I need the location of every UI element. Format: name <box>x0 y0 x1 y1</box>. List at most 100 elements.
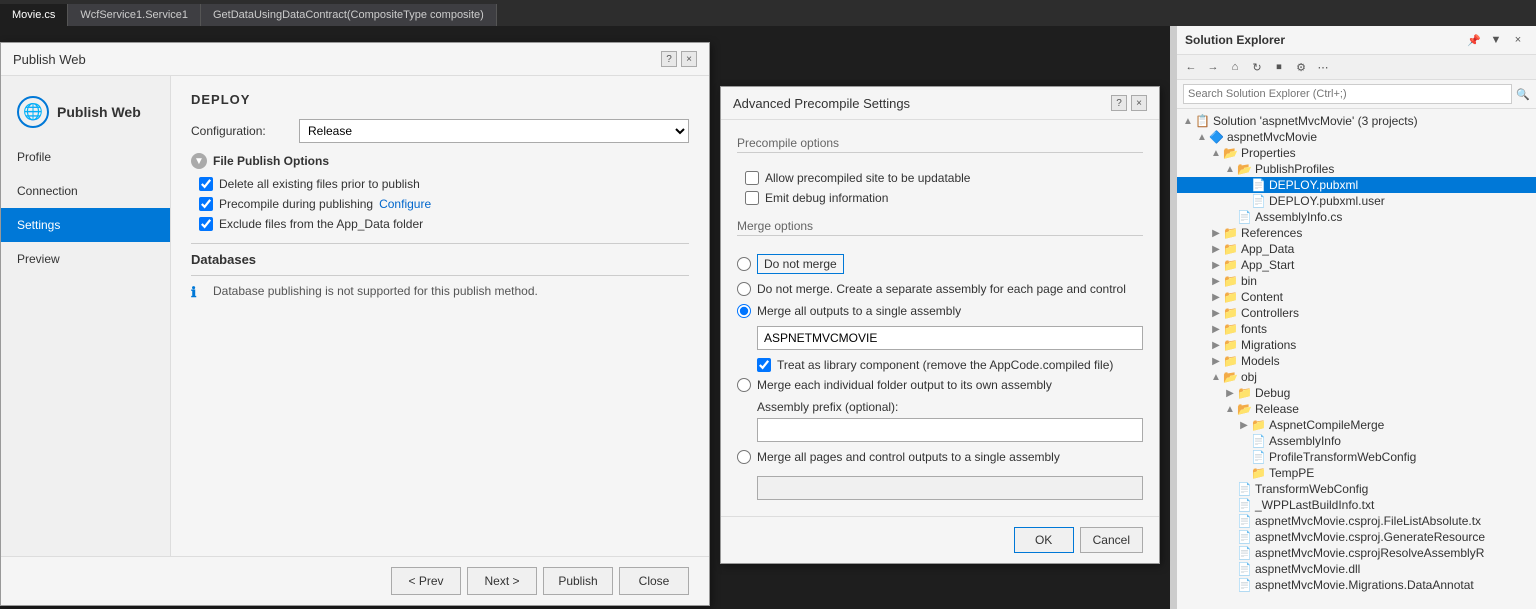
publish-close-button[interactable]: × <box>681 51 697 67</box>
nav-item-connection[interactable]: Connection <box>1 174 170 208</box>
checkbox-delete-files: Delete all existing files prior to publi… <box>199 177 689 191</box>
tree-models[interactable]: ▶ 📁 Models <box>1177 353 1536 369</box>
merge-all-outputs-radio[interactable] <box>737 304 751 318</box>
tree-controllers[interactable]: ▶ 📁 Controllers <box>1177 305 1536 321</box>
se-stop-button[interactable]: ⏹ <box>1269 57 1289 77</box>
publish-help-button[interactable]: ? <box>661 51 677 67</box>
tree-assemblyinfo[interactable]: 📄 AssemblyInfo.cs <box>1177 209 1536 225</box>
obj-label: obj <box>1241 370 1257 384</box>
tree-app-start[interactable]: ▶ 📁 App_Start <box>1177 257 1536 273</box>
precompile-checkbox[interactable] <box>199 197 213 211</box>
tree-bin[interactable]: ▶ 📁 bin <box>1177 273 1536 289</box>
assemblyinfo-release-label: AssemblyInfo <box>1269 434 1341 448</box>
tree-resolve-assembly[interactable]: 📄 aspnetMvcMovie.csprojResolveAssemblyR <box>1177 545 1536 561</box>
se-forward-button[interactable]: → <box>1203 57 1223 77</box>
tree-release[interactable]: ▲ 📂 Release <box>1177 401 1536 417</box>
tree-aspnet-compile-merge[interactable]: ▶ 📁 AspnetCompileMerge <box>1177 417 1536 433</box>
tree-migrations[interactable]: ▶ 📁 Migrations <box>1177 337 1536 353</box>
se-settings-button[interactable]: ⚙ <box>1291 57 1311 77</box>
nav-item-profile[interactable]: Profile <box>1 140 170 174</box>
config-select[interactable]: Release <box>299 119 689 143</box>
assembly-prefix-input[interactable] <box>757 418 1143 442</box>
se-header-controls: 📌 ▼ × <box>1464 30 1528 50</box>
release-label: Release <box>1255 402 1299 416</box>
app-data-label: App_Data <box>1241 242 1294 256</box>
tree-publishprofiles[interactable]: ▲ 📂 PublishProfiles <box>1177 161 1536 177</box>
tree-profile-transform[interactable]: 📄 ProfileTransformWebConfig <box>1177 449 1536 465</box>
solution-explorer-search[interactable] <box>1183 84 1512 104</box>
treat-library-checkbox[interactable] <box>757 358 771 372</box>
tree-fonts[interactable]: ▶ 📁 fonts <box>1177 321 1536 337</box>
configure-link[interactable]: Configure <box>379 197 431 211</box>
file-publish-header[interactable]: ▼ File Publish Options <box>191 153 689 169</box>
assembly-name-input[interactable] <box>757 326 1143 350</box>
merge-all-outputs-label: Merge all outputs to a single assembly <box>757 304 961 318</box>
tab-getdata[interactable]: GetDataUsingDataContract(CompositeType c… <box>201 4 497 26</box>
do-not-merge-separate-radio[interactable] <box>737 282 751 296</box>
debug-info-checkbox[interactable] <box>745 191 759 205</box>
ok-button[interactable]: OK <box>1014 527 1074 553</box>
tree-mvc-dll[interactable]: 📄 aspnetMvcMovie.dll <box>1177 561 1536 577</box>
tree-properties[interactable]: ▲ 📂 Properties <box>1177 145 1536 161</box>
tree-project-node[interactable]: ▲ 🔷 aspnetMvcMovie <box>1177 129 1536 145</box>
tree-app-data[interactable]: ▶ 📁 App_Data <box>1177 241 1536 257</box>
tree-filelist-absolute[interactable]: 📄 aspnetMvcMovie.csproj.FileListAbsolute… <box>1177 513 1536 529</box>
se-more-button[interactable]: ⋯ <box>1313 57 1333 77</box>
tree-content[interactable]: ▶ 📁 Content <box>1177 289 1536 305</box>
tree-obj[interactable]: ▲ 📂 obj <box>1177 369 1536 385</box>
merge-all-pages-radio[interactable] <box>737 450 751 464</box>
se-refresh-button[interactable]: ↻ <box>1247 57 1267 77</box>
prev-button[interactable]: < Prev <box>391 567 461 595</box>
merge-all-pages-input[interactable] <box>757 476 1143 500</box>
advanced-close-button[interactable]: × <box>1131 95 1147 111</box>
merge-each-folder-label: Merge each individual folder output to i… <box>757 378 1052 392</box>
tree-references[interactable]: ▶ 📁 References <box>1177 225 1536 241</box>
publish-close-btn[interactable]: Close <box>619 567 689 595</box>
publish-button[interactable]: Publish <box>543 567 613 595</box>
publish-content: 🌐 Publish Web Profile Connection Setting… <box>1 76 709 556</box>
checkbox-debug-info: Emit debug information <box>745 191 1143 205</box>
tree-transform-web-config[interactable]: 📄 TransformWebConfig <box>1177 481 1536 497</box>
tree-wpp-last-build[interactable]: 📄 _WPPLastBuildInfo.txt <box>1177 497 1536 513</box>
tree-assemblyinfo-release[interactable]: 📄 AssemblyInfo <box>1177 433 1536 449</box>
advanced-precompile-dialog: Advanced Precompile Settings ? × Precomp… <box>720 86 1160 564</box>
advanced-help-button[interactable]: ? <box>1111 95 1127 111</box>
tree-migrations-data-annot[interactable]: 📄 aspnetMvcMovie.Migrations.DataAnnotat <box>1177 577 1536 593</box>
checkbox-updatable: Allow precompiled site to be updatable <box>745 171 1143 185</box>
merge-each-folder-radio[interactable] <box>737 378 751 392</box>
project-icon: 🔷 <box>1209 130 1224 144</box>
solution-explorer-tree: ▲ 📋 Solution 'aspnetMvcMovie' (3 project… <box>1177 109 1536 609</box>
collapse-arrow-icon: ▼ <box>191 153 207 169</box>
tab-movie-cs[interactable]: Movie.cs <box>0 4 68 26</box>
exclude-appdata-checkbox[interactable] <box>199 217 213 231</box>
tree-deploy-pubxml[interactable]: 📄 DEPLOY.pubxml <box>1177 177 1536 193</box>
merge-options-header: Merge options <box>737 219 1143 246</box>
db-info-row: ℹ Database publishing is not supported f… <box>191 284 689 301</box>
treat-as-library-row: Treat as library component (remove the A… <box>757 358 1143 372</box>
se-back-button[interactable]: ← <box>1181 57 1201 77</box>
next-button[interactable]: Next > <box>467 567 537 595</box>
tree-solution-node[interactable]: ▲ 📋 Solution 'aspnetMvcMovie' (3 project… <box>1177 113 1536 129</box>
tree-deploy-pubxml-user[interactable]: 📄 DEPLOY.pubxml.user <box>1177 193 1536 209</box>
tree-temp-pe[interactable]: 📁 TempPE <box>1177 465 1536 481</box>
se-pin-button[interactable]: 📌 <box>1464 30 1484 50</box>
nav-item-preview[interactable]: Preview <box>1 242 170 276</box>
se-home-button[interactable]: ⌂ <box>1225 57 1245 77</box>
tree-debug[interactable]: ▶ 📁 Debug <box>1177 385 1536 401</box>
precompile-options-label: Precompile options <box>737 136 1143 153</box>
nav-item-settings[interactable]: Settings <box>1 208 170 242</box>
delete-files-checkbox[interactable] <box>199 177 213 191</box>
updatable-label: Allow precompiled site to be updatable <box>765 171 970 185</box>
do-not-merge-radio[interactable] <box>737 257 751 271</box>
tree-generate-resource[interactable]: 📄 aspnetMvcMovie.csproj.GenerateResource <box>1177 529 1536 545</box>
editor-area: Publish Web ? × 🌐 Publish Web <box>0 26 1170 609</box>
precompile-options-group: Precompile options Allow precompiled sit… <box>737 136 1143 205</box>
se-dropdown-button[interactable]: ▼ <box>1486 30 1506 50</box>
se-close-button[interactable]: × <box>1508 30 1528 50</box>
tab-wcfservice[interactable]: WcfService1.Service1 <box>68 4 201 26</box>
updatable-checkbox[interactable] <box>745 171 759 185</box>
cancel-button[interactable]: Cancel <box>1080 527 1143 553</box>
radio-merge-each-folder: Merge each individual folder output to i… <box>737 378 1143 392</box>
tree-project-arrow: ▲ <box>1195 132 1209 143</box>
publish-main-content: DEPLOY Configuration: Release ▼ File Pub <box>171 76 709 556</box>
